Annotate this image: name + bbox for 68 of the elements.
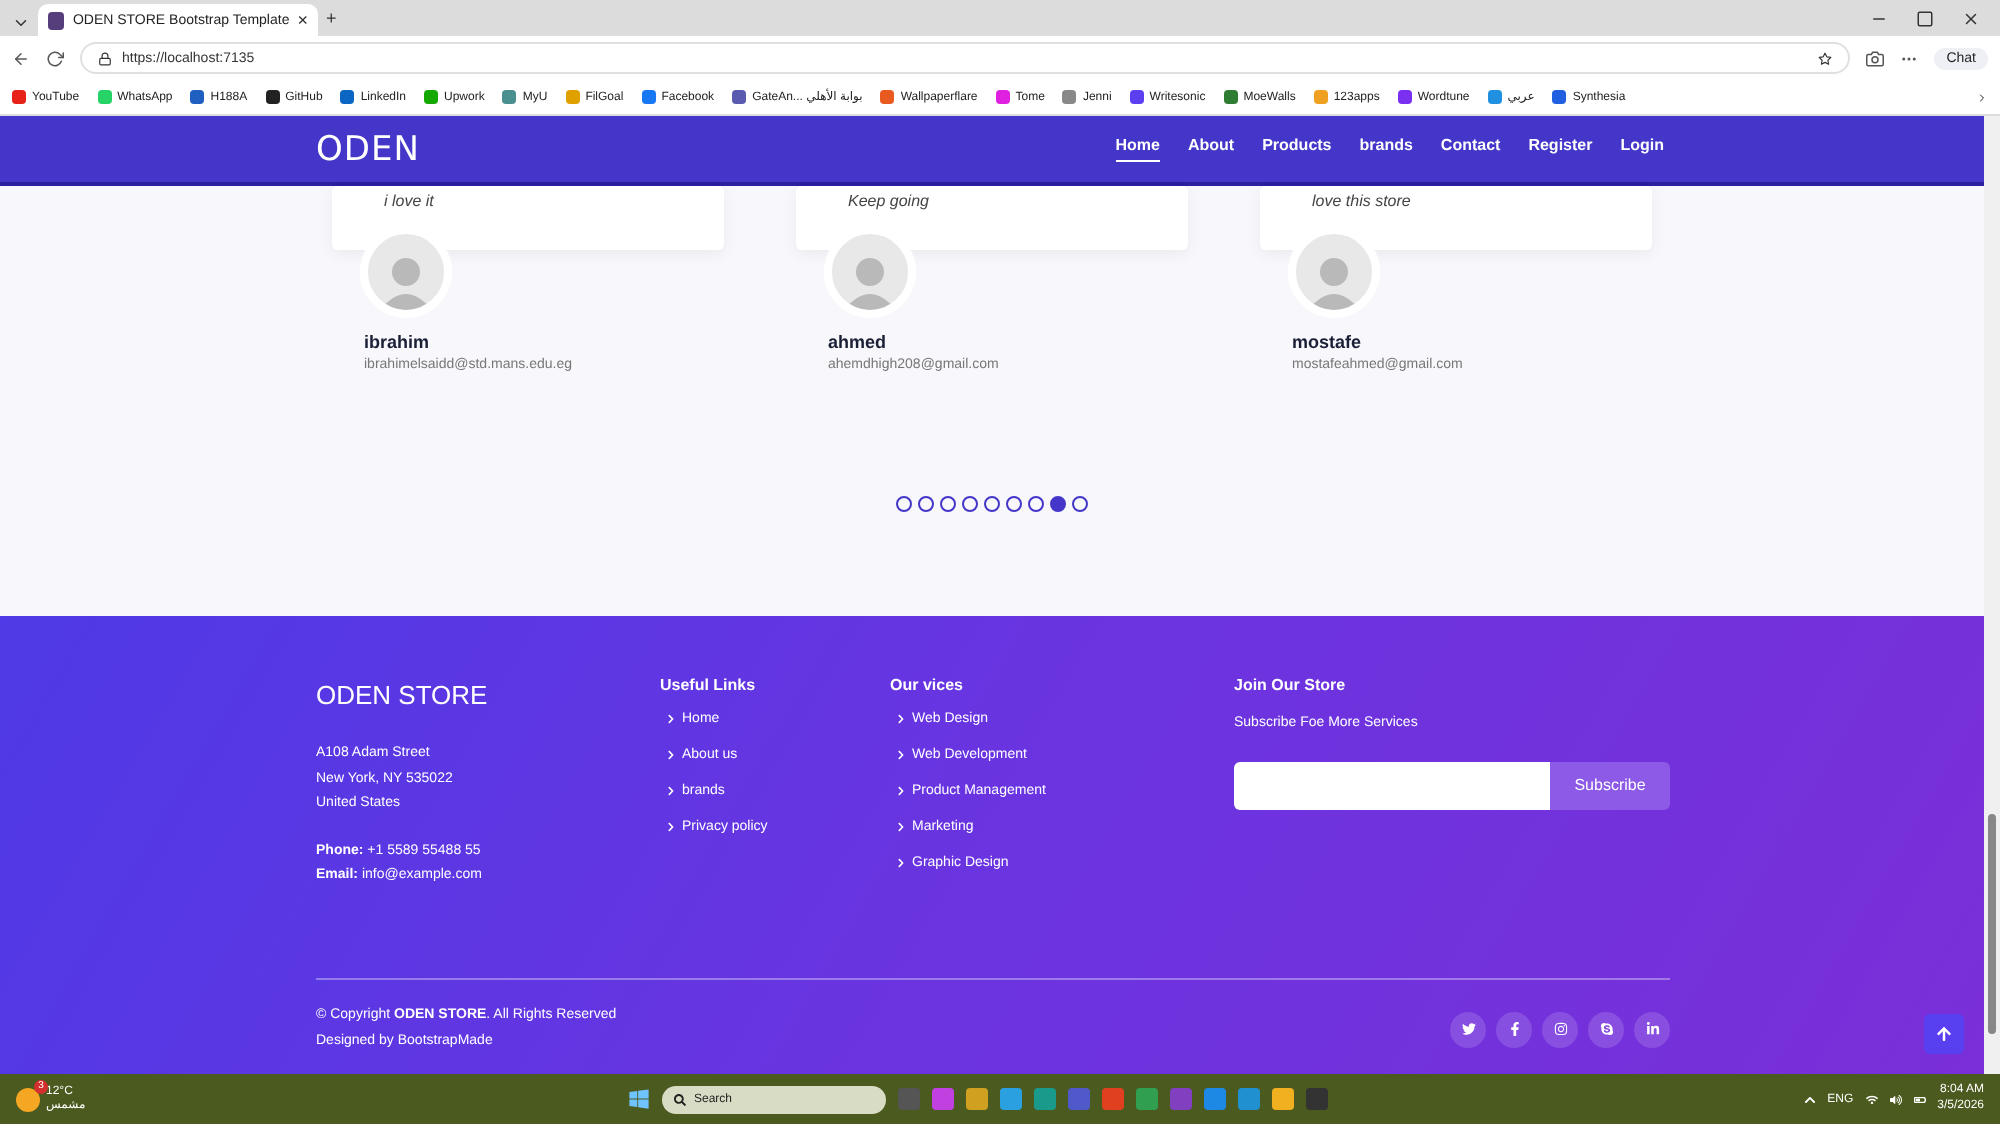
footer-brand: ODEN STORE — [316, 680, 490, 710]
carousel-dot[interactable] — [984, 496, 1000, 512]
carousel-dot[interactable] — [918, 496, 934, 512]
nav-link[interactable]: About — [1187, 136, 1235, 162]
chevron-icon — [896, 822, 906, 832]
brand-logo[interactable]: ODEN — [316, 129, 420, 169]
battery-icon — [1913, 1093, 1926, 1105]
carousel-dot[interactable] — [896, 496, 912, 512]
footer-heading: Our vices — [890, 676, 965, 694]
reload-icon[interactable] — [46, 49, 64, 67]
nav-link[interactable]: Register — [1528, 136, 1593, 162]
carousel-dot[interactable] — [1050, 496, 1066, 512]
email-input[interactable] — [1234, 761, 1550, 809]
volume-icon — [1889, 1093, 1902, 1105]
favicon-icon — [48, 11, 65, 29]
chevron-icon — [666, 714, 676, 724]
close-icon[interactable] — [1962, 9, 1980, 27]
search-icon — [674, 1093, 686, 1105]
bird-icon — [1461, 1022, 1475, 1036]
letter-s-icon — [1599, 1022, 1613, 1036]
footer-heading: Useful Links — [660, 676, 758, 694]
chevron-icon — [666, 750, 676, 760]
quote-text: love this store — [1312, 192, 1411, 210]
social-link[interactable] — [1634, 1011, 1670, 1047]
back-icon[interactable] — [12, 49, 30, 67]
subscribe-button[interactable]: Subscribe — [1550, 761, 1670, 809]
person-name: ibrahim — [364, 332, 432, 352]
carousel-dot[interactable] — [940, 496, 956, 512]
arrow-up-icon — [1936, 1026, 1952, 1042]
windows-logo-icon[interactable] — [628, 1088, 650, 1110]
nav-link[interactable]: Products — [1262, 136, 1332, 162]
scrollbar-thumb[interactable] — [1988, 814, 1996, 1034]
chevron-icon — [896, 858, 906, 868]
chevron-icon — [666, 786, 676, 796]
person-name: ahmed — [828, 332, 889, 352]
carousel-dot[interactable] — [1072, 496, 1088, 512]
chevron-icon — [896, 786, 906, 796]
nav-link[interactable]: brands — [1359, 136, 1413, 162]
chevron-icon — [896, 714, 906, 724]
social-link[interactable] — [1588, 1011, 1624, 1047]
social-link[interactable] — [1542, 1011, 1578, 1047]
letter-f-icon — [1507, 1022, 1521, 1036]
more-bookmarks-icon[interactable] — [1976, 91, 1988, 103]
wifi-icon — [1865, 1093, 1878, 1105]
carousel-dot[interactable] — [1028, 496, 1044, 512]
chevron-icon — [666, 822, 676, 832]
social-link[interactable] — [1450, 1011, 1486, 1047]
nav-link[interactable]: Home — [1115, 136, 1160, 162]
letter-in-icon — [1645, 1022, 1659, 1036]
footer-heading: Join Our Store — [1234, 676, 1348, 694]
carousel-dot[interactable] — [962, 496, 978, 512]
person-name: mostafe — [1292, 332, 1364, 352]
nav-link[interactable]: Contact — [1440, 136, 1501, 162]
quote-text: i love it — [384, 192, 434, 210]
camera-icon — [1553, 1022, 1567, 1036]
camera-icon[interactable] — [1866, 49, 1885, 67]
restore-icon[interactable] — [1916, 9, 1934, 27]
tray-expand-icon[interactable] — [1803, 1093, 1816, 1105]
close-tab-icon[interactable]: × — [297, 11, 308, 29]
carousel-dot[interactable] — [1006, 496, 1022, 512]
star-icon[interactable] — [1818, 51, 1833, 65]
quote-text: Keep going — [848, 192, 929, 210]
chevron-icon — [896, 750, 906, 760]
new-tab-icon[interactable]: + — [326, 9, 337, 27]
social-link[interactable] — [1496, 1011, 1532, 1047]
back-to-top-button[interactable] — [1924, 1014, 1964, 1054]
lock-icon — [98, 51, 112, 65]
nav-link[interactable]: Login — [1620, 136, 1664, 162]
